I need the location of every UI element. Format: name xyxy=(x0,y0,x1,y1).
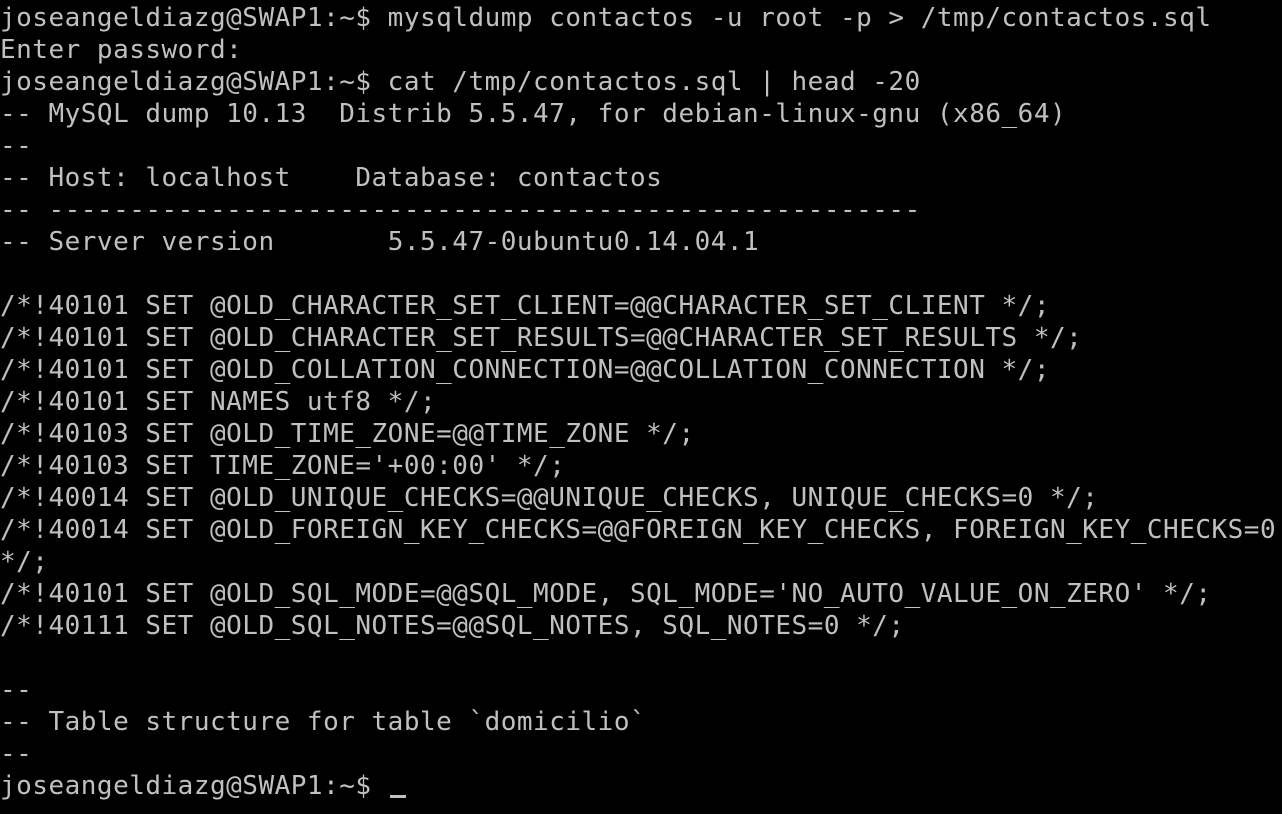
output-line: -- Table structure for table `domicilio` xyxy=(0,707,647,737)
output-line: -- Server version 5.5.47-0ubuntu0.14.04.… xyxy=(0,227,760,257)
output-line: -- -------------------------------------… xyxy=(0,195,921,225)
text-cursor xyxy=(389,795,406,798)
output-line: -- xyxy=(0,739,33,769)
output-line: /*!40101 SET @OLD_CHARACTER_SET_CLIENT=@… xyxy=(0,291,1050,321)
output-line: -- xyxy=(0,675,33,705)
output-line: /*!40103 SET TIME_ZONE='+00:00' */; xyxy=(0,451,566,481)
terminal-output: joseangeldiazg@SWAP1:~$ mysqldump contac… xyxy=(0,2,1282,802)
output-line: -- Host: localhost Database: contactos xyxy=(0,163,663,193)
output-line: /*!40101 SET @OLD_CHARACTER_SET_RESULTS=… xyxy=(0,323,1083,353)
output-line: /*!40014 SET @OLD_UNIQUE_CHECKS=@@UNIQUE… xyxy=(0,483,1099,513)
command-prompt-line[interactable]: joseangeldiazg@SWAP1:~$ xyxy=(0,770,1282,802)
terminal-window[interactable]: joseangeldiazg@SWAP1:~$ mysqldump contac… xyxy=(0,0,1282,814)
output-line: /*!40111 SET @OLD_SQL_NOTES=@@SQL_NOTES,… xyxy=(0,611,905,641)
output-line: */; xyxy=(0,547,49,577)
output-line: /*!40101 SET @OLD_COLLATION_CONNECTION=@… xyxy=(0,355,1050,385)
output-line: /*!40101 SET @OLD_SQL_MODE=@@SQL_MODE, S… xyxy=(0,579,1212,609)
output-line: Enter password: xyxy=(0,35,243,65)
output-line: /*!40101 SET NAMES utf8 */; xyxy=(0,387,437,417)
shell-prompt: joseangeldiazg@SWAP1:~$ xyxy=(0,771,388,801)
output-line: /*!40014 SET @OLD_FOREIGN_KEY_CHECKS=@@F… xyxy=(0,515,1277,545)
output-line: -- MySQL dump 10.13 Distrib 5.5.47, for … xyxy=(0,99,1067,129)
output-line: joseangeldiazg@SWAP1:~$ mysqldump contac… xyxy=(0,3,1212,33)
output-line: -- xyxy=(0,131,33,161)
output-line: joseangeldiazg@SWAP1:~$ cat /tmp/contact… xyxy=(0,67,921,97)
output-line: /*!40103 SET @OLD_TIME_ZONE=@@TIME_ZONE … xyxy=(0,419,695,449)
